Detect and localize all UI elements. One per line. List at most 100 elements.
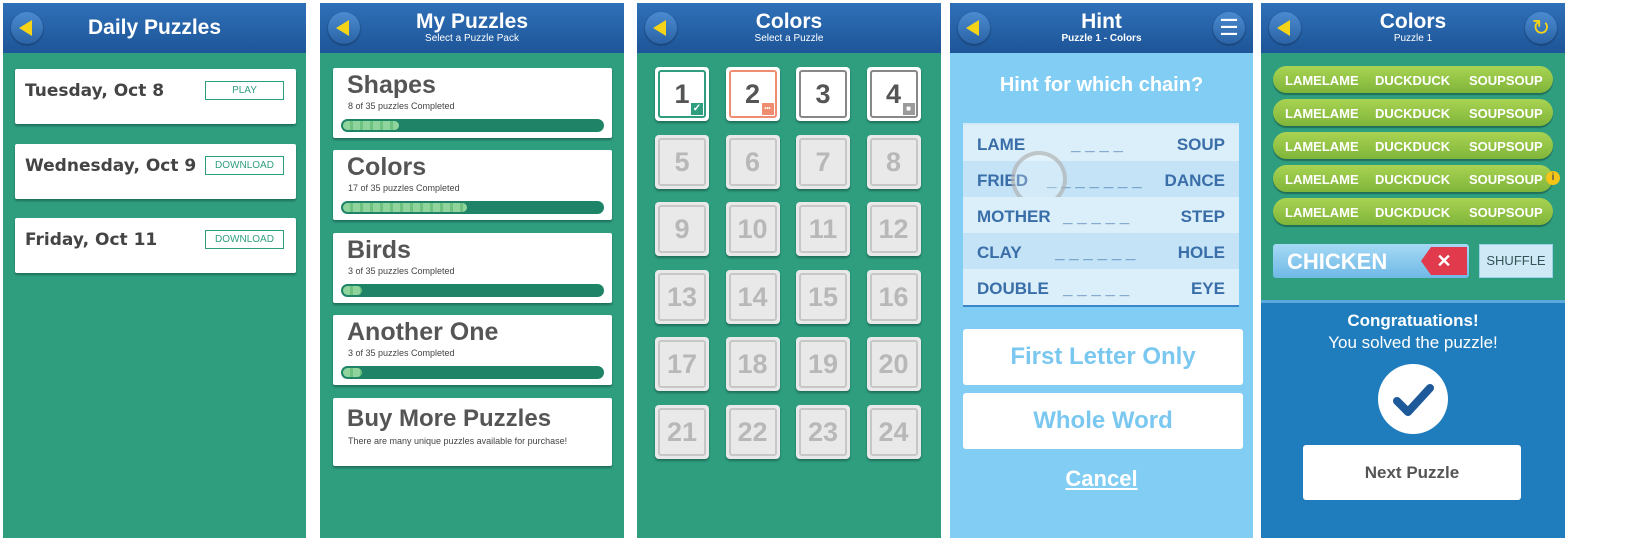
- daily-date: Tuesday, Oct 8: [25, 81, 165, 101]
- cancel-link[interactable]: Cancel: [950, 466, 1253, 492]
- puzzle-cell-17[interactable]: 17: [655, 337, 709, 391]
- screen-title: My Puzzles: [415, 10, 529, 33]
- puzzle-number: 20: [878, 349, 909, 379]
- puzzle-number: 11: [808, 214, 838, 244]
- chain-row[interactable]: DOUBLE _ _ _ _ _ EYE: [963, 269, 1239, 305]
- puzzle-cell-1[interactable]: 1 ✓: [655, 67, 709, 121]
- screen-title: Hint: [1081, 10, 1122, 33]
- puzzle-number: 3: [815, 79, 831, 109]
- pack-progress-text: 3 of 35 puzzles Completed: [348, 348, 455, 358]
- completed-check-icon: ✓: [691, 103, 703, 115]
- undo-icon[interactable]: ↻: [1525, 12, 1557, 44]
- puzzle-cell-21[interactable]: 21: [655, 404, 709, 459]
- puzzle-cell-12[interactable]: 12: [866, 202, 921, 256]
- header: My Puzzles Select a Puzzle Pack: [320, 3, 624, 53]
- back-icon[interactable]: [1269, 12, 1301, 44]
- puzzle-cell-4[interactable]: 4 ■: [866, 67, 921, 121]
- delete-icon[interactable]: ✕: [1421, 247, 1467, 275]
- daily-date: Wednesday, Oct 9: [25, 156, 197, 176]
- puzzle-number: 24: [878, 416, 909, 447]
- chain-pill: LAMELAME DUCKDUCK SOUPSOUP: [1273, 198, 1553, 225]
- congrats-title: Congratuations!: [1347, 311, 1479, 330]
- screen-subtitle: Puzzle 1 - Colors: [1061, 33, 1142, 44]
- back-icon[interactable]: [645, 12, 677, 44]
- whole-word-button[interactable]: Whole Word: [963, 393, 1243, 449]
- puzzle-select-screen: Colors Select a Puzzle 1 ✓ 2 ••• 3 4 ■ 5 6 7 8 9 10 1…: [637, 3, 941, 538]
- puzzle-cell-5[interactable]: 5: [655, 134, 709, 189]
- hint-question: Hint for which chain?: [999, 74, 1204, 96]
- puzzle-cell-16[interactable]: 16: [866, 269, 921, 324]
- info-icon[interactable]: i: [1546, 171, 1560, 185]
- puzzle-number: 18: [737, 349, 768, 379]
- puzzle-cell-7[interactable]: 7: [796, 134, 850, 189]
- first-letter-button[interactable]: First Letter Only: [963, 329, 1243, 385]
- puzzle-cell-22[interactable]: 22: [725, 404, 780, 459]
- pack-card-birds[interactable]: Birds 3 of 35 puzzles Completed: [333, 233, 612, 303]
- header: Daily Puzzles: [3, 3, 306, 53]
- puzzle-cell-23[interactable]: 23: [796, 404, 850, 459]
- puzzle-number: 10: [737, 214, 768, 244]
- puzzle-cell-13[interactable]: 13: [655, 269, 709, 324]
- puzzle-cell-8[interactable]: 8: [866, 134, 921, 189]
- puzzle-cell-2[interactable]: 2 •••: [725, 67, 780, 121]
- pack-name: Birds: [347, 236, 411, 264]
- puzzle-cell-24[interactable]: 24: [866, 404, 921, 459]
- puzzle-number: 19: [807, 349, 839, 379]
- pack-card-colors[interactable]: Colors 17 of 35 puzzles Completed: [333, 150, 612, 220]
- chain-row[interactable]: LAME _ _ _ _ SOUP: [963, 125, 1239, 161]
- check-circle-icon: [1378, 364, 1448, 434]
- puzzle-number: 9: [674, 214, 690, 244]
- progress-bar: [341, 119, 604, 132]
- back-icon[interactable]: [328, 12, 360, 44]
- pack-card-shapes[interactable]: Shapes 8 of 35 puzzles Completed: [333, 68, 612, 138]
- puzzle-cell-15[interactable]: 15: [796, 269, 850, 324]
- puzzle-number: 17: [666, 349, 698, 379]
- progress-fill: [343, 368, 362, 377]
- puzzle-cell-11[interactable]: 11: [796, 202, 850, 256]
- puzzle-cell-9[interactable]: 9: [655, 202, 709, 256]
- puzzle-cell-10[interactable]: 10: [725, 202, 780, 256]
- progress-bar: [341, 284, 604, 297]
- puzzle-cell-6[interactable]: 6: [725, 134, 780, 189]
- screen-title: Daily Puzzles: [87, 16, 222, 39]
- progress-fill: [343, 286, 362, 295]
- chain-pill: LAMELAME DUCKDUCK SOUPSOUP i: [1273, 165, 1560, 192]
- pack-progress-text: 3 of 35 puzzles Completed: [348, 266, 455, 276]
- chain-row[interactable]: MOTHER _ _ _ _ _ STEP: [963, 197, 1239, 233]
- pack-name: Another One: [347, 318, 499, 346]
- daily-item: Tuesday, Oct 8 PLAY: [15, 69, 296, 124]
- daily-puzzles-screen: Daily Puzzles Tuesday, Oct 8 PLAY Wednes…: [3, 3, 306, 538]
- play-button[interactable]: PLAY: [205, 81, 284, 100]
- header: Colors Puzzle 1: [1261, 3, 1565, 53]
- chain-pill: LAMELAME DUCKDUCK SOUPSOUP: [1273, 66, 1553, 93]
- puzzle-cell-20[interactable]: 20: [866, 337, 921, 391]
- menu-icon[interactable]: ☰: [1213, 12, 1245, 44]
- puzzle-cell-19[interactable]: 19: [796, 337, 850, 391]
- back-icon[interactable]: [11, 12, 43, 44]
- header: Hint Puzzle 1 - Colors: [950, 3, 1253, 53]
- word-input[interactable]: CHICKEN ✕: [1273, 244, 1469, 278]
- pack-name: Shapes: [347, 71, 436, 99]
- buy-title: Buy More Puzzles: [347, 405, 552, 432]
- download-button[interactable]: DOWNLOAD: [205, 156, 284, 175]
- puzzle-number: 12: [878, 214, 909, 244]
- puzzle-cell-14[interactable]: 14: [725, 269, 780, 324]
- chain-pill: LAMELAME DUCKDUCK SOUPSOUP: [1273, 132, 1553, 159]
- screen-subtitle: Select a Puzzle Pack: [425, 33, 519, 44]
- puzzle-cell-18[interactable]: 18: [725, 337, 780, 391]
- back-icon[interactable]: [958, 12, 990, 44]
- pack-card-another-one[interactable]: Another One 3 of 35 puzzles Completed: [333, 315, 612, 385]
- chain-row[interactable]: FRIED _ _ _ _ _ _ _ DANCE: [963, 151, 1239, 207]
- shuffle-button[interactable]: SHUFFLE: [1479, 244, 1553, 278]
- download-button[interactable]: DOWNLOAD: [205, 230, 284, 249]
- puzzle-number: 8: [885, 146, 902, 177]
- congrats-text: You solved the puzzle!: [1328, 333, 1498, 352]
- next-puzzle-button[interactable]: Next Puzzle: [1303, 445, 1521, 500]
- buy-more-card[interactable]: Buy More Puzzles There are many unique p…: [333, 398, 612, 466]
- screen-title: Colors: [755, 10, 823, 33]
- header: Colors Select a Puzzle: [637, 3, 941, 53]
- puzzle-cell-3[interactable]: 3: [796, 67, 850, 121]
- pack-progress-text: 8 of 35 puzzles Completed: [348, 101, 455, 111]
- puzzle-number: 16: [878, 281, 909, 312]
- chain-row[interactable]: CLAY _ _ _ _ _ _ HOLE: [963, 233, 1239, 269]
